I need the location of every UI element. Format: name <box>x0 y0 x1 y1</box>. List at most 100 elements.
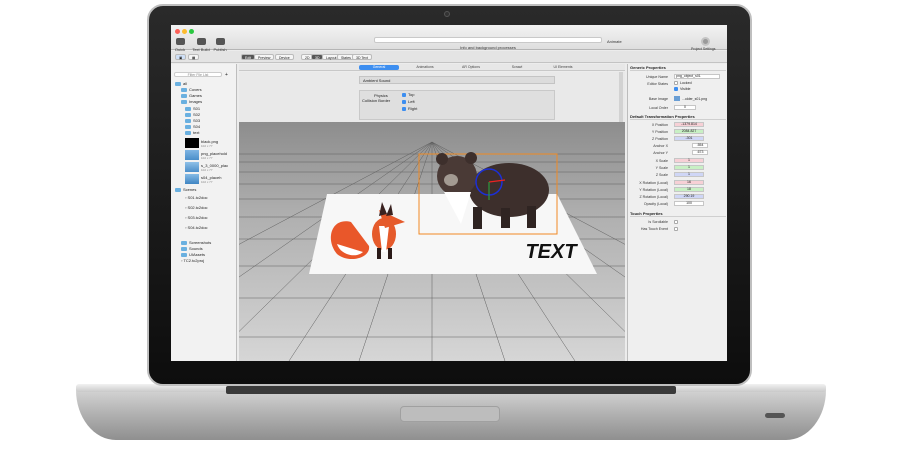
inspector-panel: Generic Properties Unique Name png_objec… <box>627 64 727 361</box>
status-bar-field <box>374 37 602 43</box>
laptop-keyboard-hinge <box>226 386 676 394</box>
tree-item[interactable]: text <box>185 130 199 136</box>
y-position-field[interactable]: 2084.827 <box>674 129 704 134</box>
edit-mode-button[interactable]: Edit <box>241 54 256 60</box>
x-rotation-label: X Rotation (Local) <box>639 181 668 185</box>
folder-icon <box>185 106 191 111</box>
folder-icon <box>185 124 191 129</box>
anchor-y-label: Anchor Y <box>653 151 668 155</box>
scene-file-label: S03.tc2doc <box>187 215 208 220</box>
locked-label: Locked <box>680 81 692 85</box>
asset-thumbnail[interactable] <box>185 174 199 184</box>
folder-icon[interactable]: ▣ <box>175 54 187 60</box>
asset-thumbnail[interactable] <box>185 150 199 160</box>
base-image-value[interactable]: ...older_s01.png <box>682 97 707 101</box>
x-position-label: X Position <box>651 123 668 127</box>
folder-icon <box>181 93 187 98</box>
tab-animations[interactable]: Animations <box>405 65 445 70</box>
add-file-button[interactable]: + <box>225 72 228 78</box>
asset-thumbnail[interactable] <box>185 138 199 148</box>
x-rotation-field[interactable]: 16 <box>674 180 704 185</box>
tab-ui-elements[interactable]: UI Elements <box>543 65 583 70</box>
anchor-x-field[interactable]: .554 <box>692 143 708 148</box>
x-scale-label: X Scale <box>655 159 668 163</box>
canvas-text-object[interactable]: TEXT <box>525 241 578 263</box>
preview-mode-button[interactable]: Preview <box>254 54 275 60</box>
unique-name-field[interactable]: png_object_s01 <box>674 74 720 79</box>
top-checkbox[interactable]: Top <box>402 92 414 97</box>
tree-item[interactable]: Images <box>181 99 202 105</box>
zoom-window-button[interactable] <box>189 29 194 34</box>
grid-icon[interactable]: ▦ <box>188 54 200 60</box>
y-position-label: Y Position <box>651 130 668 134</box>
z-rotation-label: Z Rotation (Local) <box>639 195 668 199</box>
folder-icon <box>181 246 187 251</box>
z-scale-field[interactable]: 1 <box>674 172 704 177</box>
anchor-y-field[interactable]: .673 <box>692 150 708 155</box>
right-checkbox[interactable]: Right <box>402 106 417 111</box>
local-order-label: Local Order <box>649 106 668 110</box>
y-rotation-field[interactable]: 18 <box>674 187 704 192</box>
minimize-window-button[interactable] <box>182 29 187 34</box>
tab-scrawl[interactable]: Scrawl <box>497 65 537 70</box>
animate-button[interactable]: Animate <box>607 39 622 44</box>
scene-viewport[interactable]: TEXT <box>239 122 625 361</box>
publish-button[interactable]: Publish <box>211 38 229 52</box>
scene-file[interactable]: ▫ S04.tc2doc <box>185 225 208 231</box>
tree-item-label: all <box>183 81 188 86</box>
asset-size: 102 x 77 <box>201 180 213 184</box>
visible-checkbox[interactable]: Visible <box>674 87 691 92</box>
x-scale-field[interactable]: 1 <box>674 158 704 163</box>
folder-icon <box>181 252 187 257</box>
asset-size: 102 x 77 <box>201 144 213 148</box>
local-order-field[interactable]: 0 <box>674 105 696 110</box>
gear-icon[interactable] <box>701 37 710 46</box>
text-build-icon <box>196 38 206 45</box>
scene-file[interactable]: ▫ S02.tc2doc <box>185 205 208 211</box>
editor-states-label: Editor States <box>647 82 668 86</box>
z-rotation-field[interactable]: 290.19 <box>674 194 704 199</box>
right-label: Right <box>408 106 418 111</box>
tree-item-label: Covers <box>189 87 202 92</box>
folder-icon <box>181 99 187 104</box>
tab-general[interactable]: General <box>359 65 399 70</box>
filter-input[interactable]: Filter File List <box>174 72 222 77</box>
scene-file[interactable]: ▫ S03.tc2doc <box>185 215 208 221</box>
tree-item-label: Images <box>189 99 203 104</box>
x-position-field[interactable]: -1379.814 <box>674 122 704 127</box>
folder-icon <box>175 81 181 86</box>
y-scale-field[interactable]: 1 <box>674 165 704 170</box>
unique-name-label: Unique Name <box>646 75 668 79</box>
physics-group: Physics Collision Border Top Left Right <box>359 90 555 120</box>
scene-file-label: S01.tc2doc <box>187 195 208 200</box>
scene-canvas: TEXT <box>309 152 597 274</box>
z-position-field[interactable]: -301 <box>674 136 704 141</box>
asset-thumbnail[interactable] <box>185 162 199 172</box>
folder-icon <box>185 118 191 123</box>
has-touch-event-checkbox[interactable] <box>674 227 678 231</box>
tree-item-label: S02 <box>193 112 201 117</box>
opacity-field[interactable]: 100 <box>674 201 704 206</box>
text-build-button[interactable]: Text Build <box>192 38 210 52</box>
checkbox-icon <box>402 99 406 104</box>
visible-label: Visible <box>680 87 691 91</box>
is-scrollable-label: Is Scrollable <box>648 220 668 224</box>
device-select[interactable]: Device <box>275 54 294 60</box>
tab-bar: General Animations AR Options Scrawl UI … <box>239 64 625 71</box>
locked-checkbox[interactable]: Locked <box>674 81 692 86</box>
tree-item-label: UIAssets <box>189 252 206 257</box>
tree-item-scenes[interactable]: Scenes <box>175 187 196 193</box>
scrollbar[interactable] <box>619 72 623 122</box>
scene-file[interactable]: ▫ S01.tc2doc <box>185 195 208 201</box>
ambient-sound-field[interactable]: Ambient Sound <box>359 76 555 84</box>
file-browser-sidebar: Filter File List + all Covers Games Imag… <box>171 64 237 361</box>
is-scrollable-checkbox[interactable] <box>674 220 678 224</box>
tab-ar-options[interactable]: AR Options <box>451 65 491 70</box>
tree-item[interactable]: ▫ TC2.tc2proj <box>181 258 204 264</box>
close-window-button[interactable] <box>175 29 180 34</box>
text-3d-button[interactable]: 3D Text <box>352 54 372 60</box>
asset-size: 102 x 77 <box>201 156 213 160</box>
collision-border-label: Collision Border <box>362 98 391 103</box>
left-checkbox[interactable]: Left <box>402 99 415 104</box>
opacity-label: Opacity (Local) <box>643 202 668 206</box>
